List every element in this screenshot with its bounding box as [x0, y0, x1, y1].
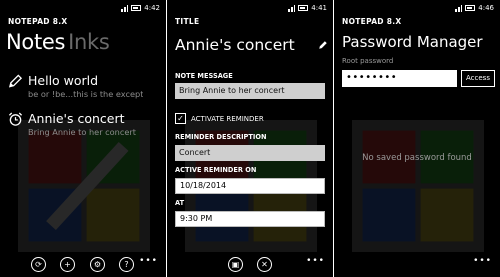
app-bar: ▣ ✕ ••• [167, 253, 333, 277]
reminder-description-label: REMINDER DESCRIPTION [175, 133, 267, 141]
note-message-label: NOTE MESSAGE [175, 72, 233, 80]
title-label: TITLE [175, 17, 200, 26]
active-reminder-on-label: ACTIVE REMINDER ON [175, 166, 257, 174]
pivot-header: Notes Inks [6, 30, 110, 54]
app-bar: ••• [334, 253, 500, 277]
activate-reminder-label: ACTIVATE REMINDER [191, 115, 264, 123]
app-bar: ⟳ + ⚙ ? ••• [0, 253, 166, 277]
signal-icon [121, 4, 129, 12]
help-icon[interactable]: ? [119, 257, 134, 272]
reminder-date-picker[interactable]: 10/18/2014 [175, 178, 325, 194]
cancel-icon[interactable]: ✕ [257, 257, 272, 272]
pencil-icon [8, 74, 23, 88]
status-time: 4:41 [311, 4, 327, 12]
note-excerpt: Bring Annie to her concert [28, 127, 136, 137]
notes-screen: 4:42 NOTEPAD 8.X Notes Inks Hello world b… [0, 0, 166, 277]
note-editor-screen: 4:41 TITLE Annie's concert NOTE MESSAGE … [167, 0, 333, 277]
battery-icon [465, 5, 476, 11]
reminder-time-picker[interactable]: 9:30 PM [175, 211, 325, 227]
add-icon[interactable]: + [60, 257, 75, 272]
note-excerpt: be or !be...this is the except [28, 89, 144, 99]
signal-icon [288, 4, 296, 12]
status-time: 4:42 [144, 4, 160, 12]
notepad-logo-watermark [352, 120, 484, 252]
pivot-notes[interactable]: Notes [6, 30, 65, 54]
save-icon[interactable]: ▣ [228, 257, 243, 272]
notepad-logo-watermark [18, 120, 150, 252]
sync-icon[interactable]: ⟳ [31, 257, 46, 272]
note-title: Hello world [28, 73, 99, 88]
list-item[interactable]: Annie's concert Bring Annie to her conce… [8, 111, 166, 138]
signal-icon [455, 4, 463, 12]
password-manager-screen: 4:46 NOTEPAD 8.X Password Manager Root p… [334, 0, 500, 277]
status-bar: 4:41 [288, 3, 327, 13]
at-label: AT [175, 199, 185, 207]
more-icon[interactable]: ••• [473, 256, 492, 266]
empty-message: No saved password found [362, 153, 472, 163]
settings-icon[interactable]: ⚙ [90, 257, 105, 272]
app-title: NOTEPAD 8.X [8, 17, 68, 26]
root-password-input[interactable]: •••••••• [342, 70, 457, 87]
note-title-input[interactable]: Annie's concert [175, 36, 295, 54]
more-icon[interactable]: ••• [306, 256, 325, 266]
battery-icon [298, 5, 309, 11]
alarm-clock-icon [8, 112, 23, 126]
status-bar: 4:46 [455, 3, 494, 13]
more-icon[interactable]: ••• [139, 256, 158, 266]
activate-reminder-checkbox[interactable]: ✓ [175, 113, 186, 124]
status-time: 4:46 [478, 4, 494, 12]
pencil-icon[interactable] [318, 40, 328, 50]
list-item[interactable]: Hello world be or !be...this is the exce… [8, 73, 166, 100]
root-password-label: Root password [342, 57, 394, 65]
page-title: Password Manager [342, 33, 483, 51]
access-button[interactable]: Access [461, 70, 495, 87]
app-title: NOTEPAD 8.X [342, 17, 402, 26]
pivot-inks[interactable]: Inks [68, 30, 110, 54]
note-title: Annie's concert [28, 111, 125, 126]
reminder-description-field[interactable]: Concert [175, 145, 325, 161]
battery-icon [131, 5, 142, 11]
note-message-field[interactable]: Bring Annie to her concert [175, 83, 325, 99]
status-bar: 4:42 [121, 3, 160, 13]
